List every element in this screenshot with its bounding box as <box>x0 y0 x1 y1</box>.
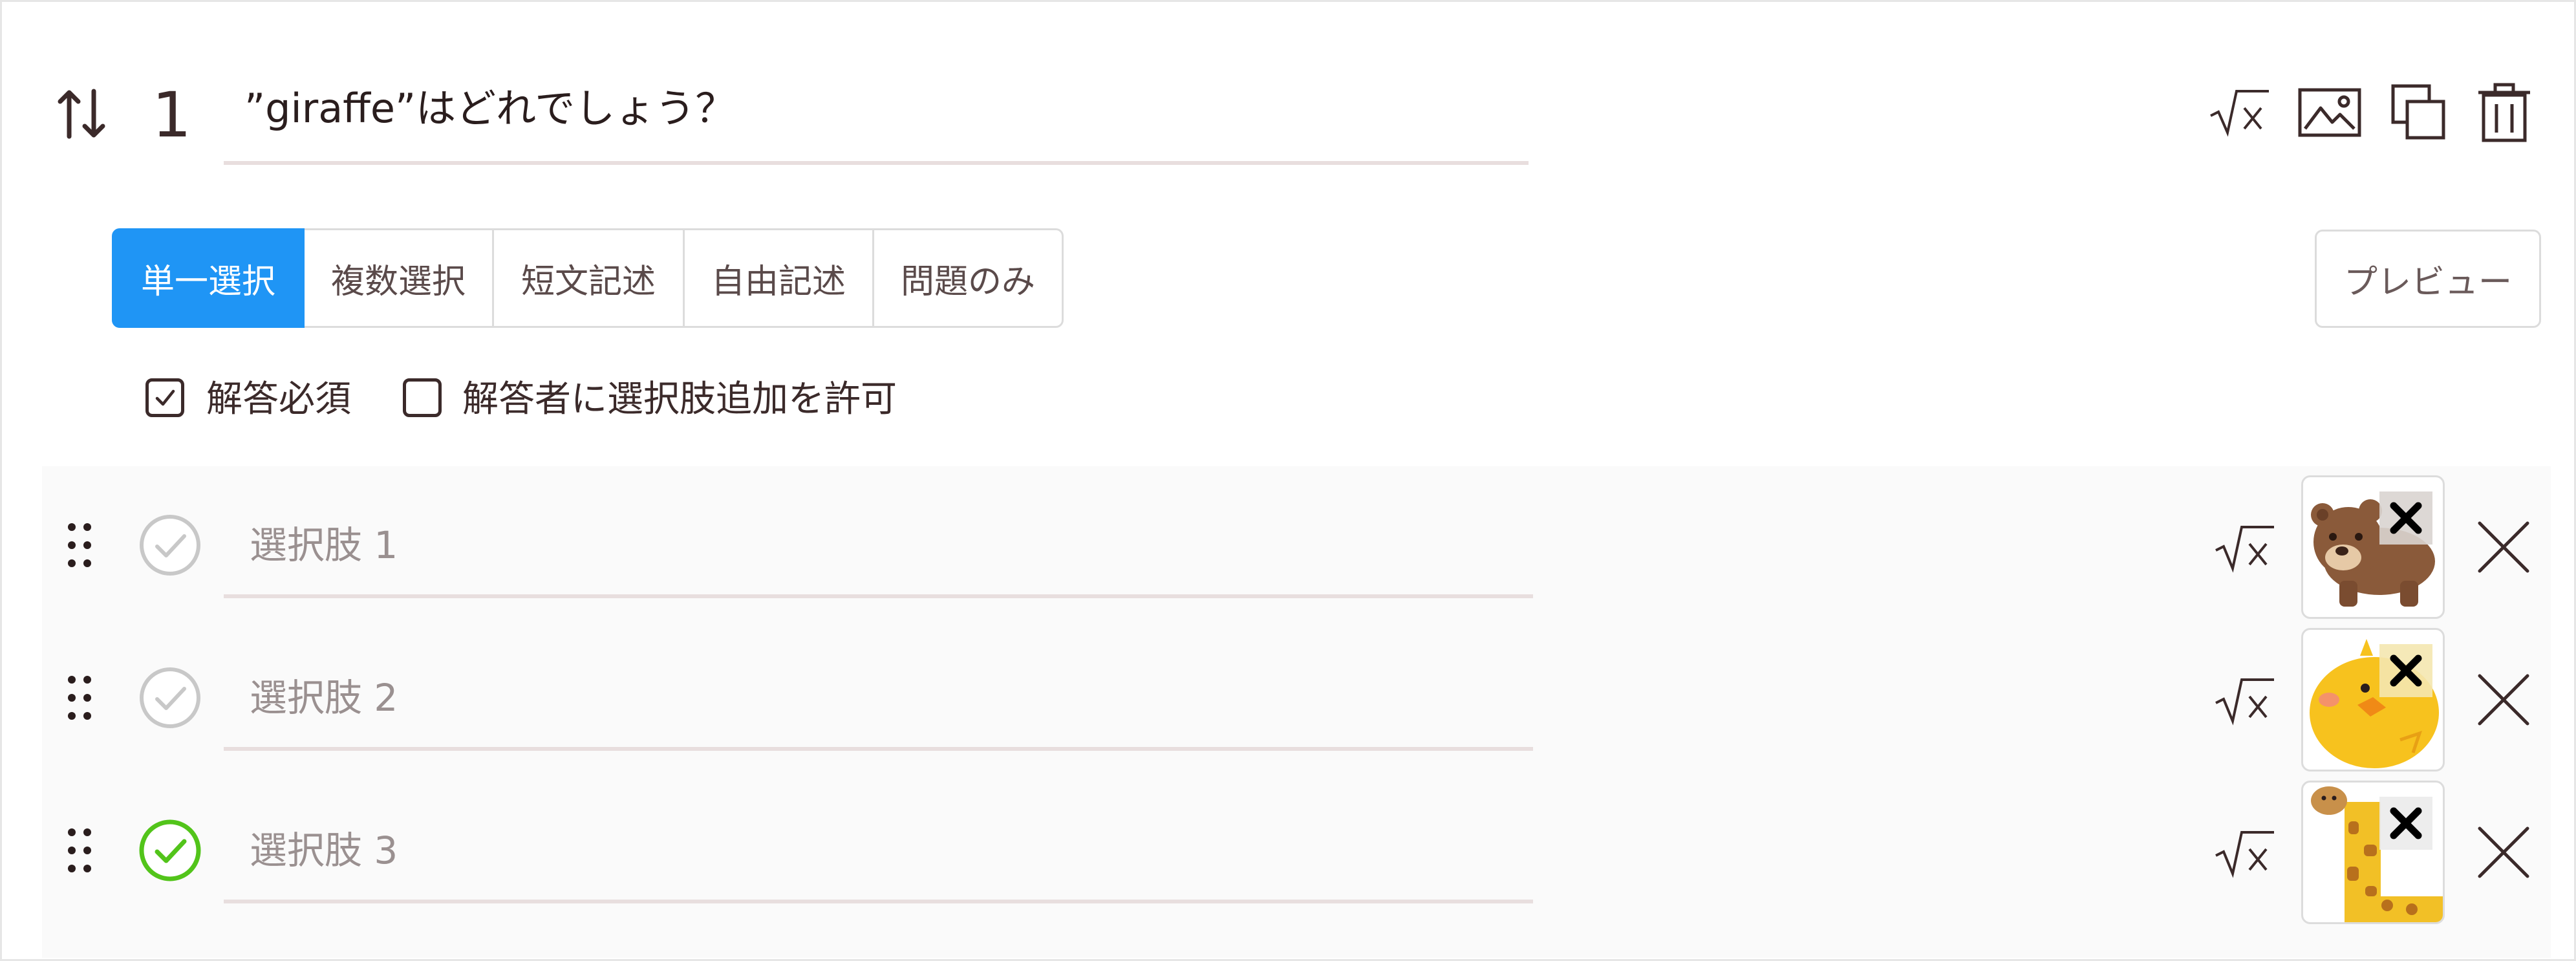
choice-image-thumbnail[interactable] <box>2301 628 2445 772</box>
giraffe-image <box>2311 786 2443 922</box>
choice-input[interactable]: 選択肢 3 <box>250 821 398 880</box>
image-icon[interactable] <box>2296 80 2363 144</box>
tab-multiple-choice[interactable]: 複数選択 <box>305 228 494 328</box>
drag-handle-icon[interactable] <box>67 675 92 721</box>
drag-handle-icon[interactable] <box>67 522 92 568</box>
question-number: 1 <box>152 79 192 151</box>
copy-icon[interactable] <box>2388 80 2450 144</box>
choice-image-thumbnail[interactable] <box>2301 781 2445 924</box>
close-icon[interactable] <box>2474 518 2533 576</box>
preview-button[interactable]: プレビュー <box>2315 230 2541 328</box>
square-root-icon[interactable] <box>2212 675 2277 726</box>
tab-free-text[interactable]: 自由記述 <box>685 228 874 328</box>
choices-area <box>42 466 2551 958</box>
choice-input[interactable]: 選択肢 2 <box>250 669 398 727</box>
sort-arrows-icon[interactable] <box>54 86 109 142</box>
chick-image <box>2310 639 2439 768</box>
choice-input[interactable]: 選択肢 1 <box>250 516 398 574</box>
close-icon[interactable] <box>2474 671 2533 729</box>
required-label: 解答必須 <box>206 378 351 420</box>
check-circle-icon[interactable] <box>138 665 202 730</box>
square-root-icon[interactable] <box>2207 80 2271 144</box>
allow-add-checkbox[interactable] <box>403 378 442 417</box>
tab-single-choice[interactable]: 単一選択 <box>112 228 305 328</box>
square-root-icon[interactable] <box>2212 522 2277 574</box>
choice-image-thumbnail[interactable] <box>2301 475 2445 619</box>
tab-short-text[interactable]: 短文記述 <box>494 228 685 328</box>
question-card: 1 ”giraffe”はどれでしょう？ 単一選択 複数選択 短文記述 自由記述 … <box>0 0 2576 961</box>
choice-underline <box>224 900 1533 903</box>
trash-icon[interactable] <box>2473 80 2535 144</box>
question-type-tabs: 単一選択 複数選択 短文記述 自由記述 問題のみ <box>112 228 1064 328</box>
tab-question-only[interactable]: 問題のみ <box>874 228 1064 328</box>
close-icon[interactable] <box>2474 823 2533 881</box>
question-title-input[interactable]: ”giraffe”はどれでしょう？ <box>244 76 735 141</box>
square-root-icon[interactable] <box>2212 827 2277 879</box>
check-circle-icon-correct[interactable] <box>138 818 202 883</box>
required-checkbox[interactable] <box>145 378 184 417</box>
bear-image <box>2311 491 2435 607</box>
checkmark-icon <box>155 389 175 406</box>
choice-underline <box>224 594 1533 598</box>
drag-handle-icon[interactable] <box>67 827 92 874</box>
check-circle-icon[interactable] <box>138 513 202 578</box>
allow-add-label: 解答者に選択肢追加を許可 <box>462 378 897 420</box>
choice-underline <box>224 747 1533 751</box>
question-title-underline <box>224 161 1529 165</box>
